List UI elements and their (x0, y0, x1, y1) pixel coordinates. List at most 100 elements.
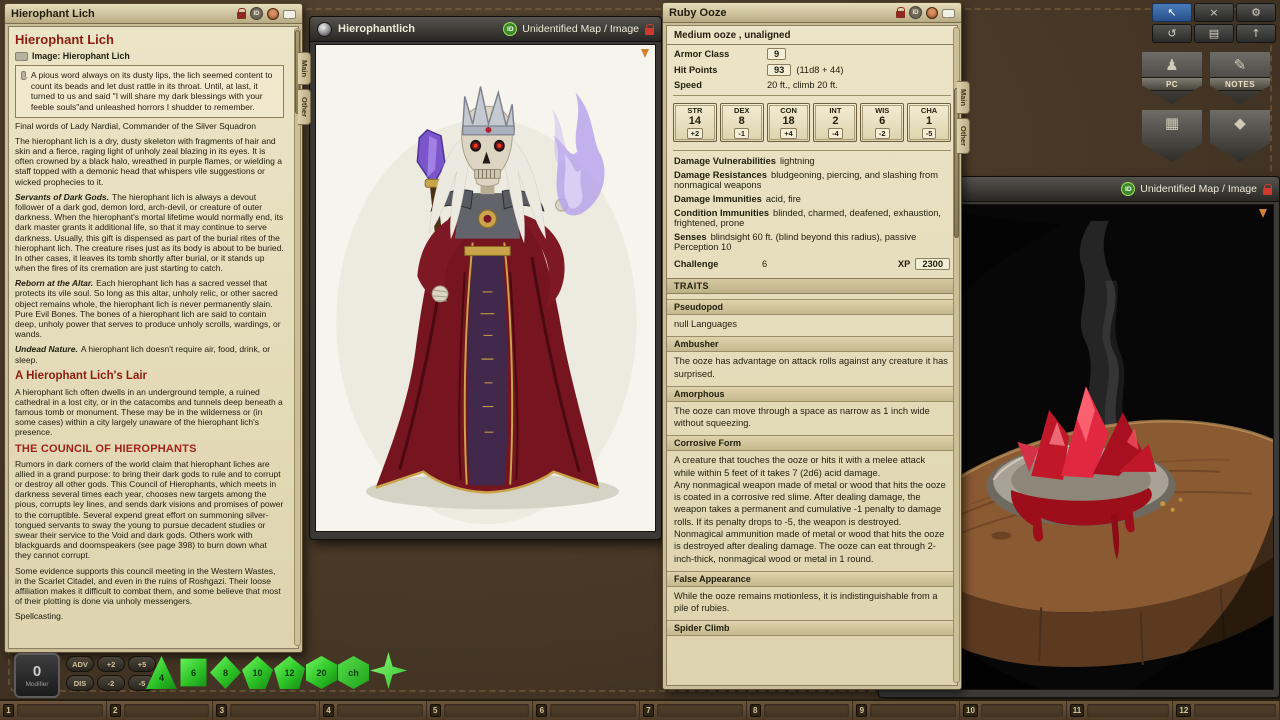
hotkey-drop-area[interactable] (870, 704, 956, 717)
window-hierophant-lich[interactable]: Hierophant Lich ID Hierophant Lich Image… (4, 3, 303, 653)
target-tool-button[interactable]: × (1194, 3, 1234, 22)
d20-die[interactable]: 20 (306, 656, 337, 689)
pointer-tool-button[interactable]: ↖ (1152, 3, 1192, 22)
hotkey-drop-area[interactable] (337, 704, 423, 717)
id-badge-icon[interactable]: ID (250, 7, 263, 20)
ability-box[interactable]: STR 14 +2 (673, 103, 717, 142)
sidebar-shield-pc[interactable]: ♟ PC (1142, 52, 1202, 104)
ability-modifier[interactable]: +2 (687, 128, 704, 139)
hotkey-slot[interactable]: 4 (320, 701, 427, 720)
portrait-icon[interactable] (926, 7, 938, 19)
lich-artwork[interactable] (316, 45, 655, 531)
trait: Ambusher The ooze has advantage on attac… (667, 336, 957, 381)
traits-list: Pseudopod null Languages Ambusher The oo… (667, 299, 957, 640)
hotkey-drop-area[interactable] (550, 704, 636, 717)
xp-value[interactable]: 2300 (915, 258, 950, 270)
lich-window-titlebar[interactable]: Hierophant Lich ID (5, 4, 302, 24)
ability-box[interactable]: CON 18 +4 (767, 103, 811, 142)
hotkey-drop-area[interactable] (230, 704, 316, 717)
ability-box[interactable]: WIS 6 -2 (860, 103, 904, 142)
revert-button[interactable]: ↺ (1152, 24, 1192, 43)
trait-name-bar[interactable]: Spider Climb (667, 620, 957, 636)
lock-icon[interactable] (1263, 188, 1272, 195)
dis-button[interactable]: DIS (66, 675, 94, 691)
tab-other[interactable]: Other (957, 118, 970, 154)
radial-menu-icon[interactable] (317, 22, 332, 37)
hotkey-slot[interactable]: 7 (640, 701, 747, 720)
ability-box[interactable]: INT 2 -4 (813, 103, 857, 142)
lich-image-titlebar[interactable]: Hierophantlich ID Unidentified Map / Ima… (310, 17, 661, 42)
d100-die[interactable]: ch (338, 656, 369, 689)
armor-class-value[interactable]: 9 (767, 48, 786, 60)
ability-modifier[interactable]: -5 (922, 128, 937, 139)
ooze-window-titlebar[interactable]: Ruby Ooze ID (663, 3, 961, 23)
ability-box[interactable]: DEX 8 -1 (720, 103, 764, 142)
d10-die[interactable]: 10 (242, 656, 273, 689)
ability-modifier[interactable]: -1 (734, 128, 749, 139)
hotkey-slot[interactable]: 6 (533, 701, 640, 720)
trait-name-bar[interactable]: Ambusher (667, 336, 957, 352)
adv-button[interactable]: ADV (66, 656, 94, 672)
hotkey-slot[interactable]: 5 (427, 701, 534, 720)
hotkey-drop-area[interactable] (981, 704, 1063, 717)
lock-icon[interactable] (645, 28, 654, 35)
hotkey-drop-area[interactable] (124, 704, 210, 717)
tab-other[interactable]: Other (298, 89, 311, 125)
modifier-stack-box[interactable]: 0 Modifier (14, 653, 60, 698)
trait-name-bar[interactable]: Pseudopod (667, 299, 957, 315)
chat-share-icon[interactable] (942, 9, 955, 18)
d12-die[interactable]: 12 (274, 656, 305, 689)
trait-name-bar[interactable]: Corrosive Form (667, 435, 957, 451)
hotkey-slot[interactable]: 12 (1173, 701, 1280, 720)
image-link[interactable]: Image: Hierophant Lich (15, 51, 284, 62)
hotkey-slot[interactable]: 1 (0, 701, 107, 720)
paragraph-text: The hierophant lich is a dry, dusty skel… (15, 136, 282, 187)
d4-die[interactable]: 4 (146, 656, 177, 689)
lock-icon[interactable] (237, 12, 246, 19)
trait-name-bar[interactable]: False Appearance (667, 571, 957, 587)
hotkey-drop-area[interactable] (1087, 704, 1169, 717)
window-ruby-ooze[interactable]: Ruby Ooze ID Medium ooze , unaligned Arm… (662, 2, 962, 690)
chat-share-icon[interactable] (283, 10, 296, 19)
caltrop-die-icon[interactable] (370, 652, 407, 689)
ability-score: 1 (908, 115, 950, 127)
id-badge-icon[interactable]: ID (503, 22, 517, 36)
ability-score: 2 (814, 115, 856, 127)
hotkey-slot[interactable]: 2 (107, 701, 214, 720)
trait-name-bar[interactable]: Amorphous (667, 386, 957, 402)
sidebar-shield-items[interactable]: ◆ (1210, 110, 1270, 162)
hotkey-slot[interactable]: 10 (960, 701, 1067, 720)
d6-die[interactable]: 6 (178, 656, 209, 689)
hotkey-drop-area[interactable] (657, 704, 743, 717)
ability-modifier[interactable]: -2 (875, 128, 890, 139)
id-badge-icon[interactable]: ID (909, 6, 922, 19)
tab-main[interactable]: Main (957, 81, 970, 114)
hit-points-value[interactable]: 93 (767, 64, 791, 76)
options-button[interactable]: ⚙ (1236, 3, 1276, 22)
plus2-button[interactable]: +2 (97, 656, 125, 672)
hotkey-drop-area[interactable] (444, 704, 530, 717)
ability-modifier[interactable]: -4 (828, 128, 843, 139)
sidebar-shield-notes[interactable]: ✎ NOTES (1210, 52, 1270, 104)
collapse-button[interactable]: ↑ (1236, 24, 1276, 43)
tab-main[interactable]: Main (298, 52, 311, 85)
portrait-icon[interactable] (267, 8, 279, 20)
window-stack-button[interactable]: ▤ (1194, 24, 1234, 43)
ability-box[interactable]: CHA 1 -5 (907, 103, 951, 142)
hotkey-slot[interactable]: 3 (213, 701, 320, 720)
hotkey-drop-area[interactable] (1194, 704, 1276, 717)
id-badge-icon[interactable]: ID (1121, 182, 1135, 196)
lich-image-canvas[interactable] (315, 44, 656, 532)
sidebar-shield-maps[interactable]: ▦ (1142, 110, 1202, 162)
ability-modifier[interactable]: +4 (780, 128, 797, 139)
d8-die[interactable]: 8 (210, 656, 241, 689)
minus2-button[interactable]: -2 (97, 675, 125, 691)
hotkey-slot[interactable]: 8 (747, 701, 854, 720)
traits-section-header[interactable]: TRAITS (667, 278, 957, 294)
lock-icon[interactable] (896, 11, 905, 18)
hotkey-slot[interactable]: 11 (1067, 701, 1174, 720)
hotkey-drop-area[interactable] (17, 704, 103, 717)
hotkey-drop-area[interactable] (764, 704, 850, 717)
hotkey-slot[interactable]: 9 (853, 701, 960, 720)
window-lich-image[interactable]: Hierophantlich ID Unidentified Map / Ima… (309, 16, 662, 540)
